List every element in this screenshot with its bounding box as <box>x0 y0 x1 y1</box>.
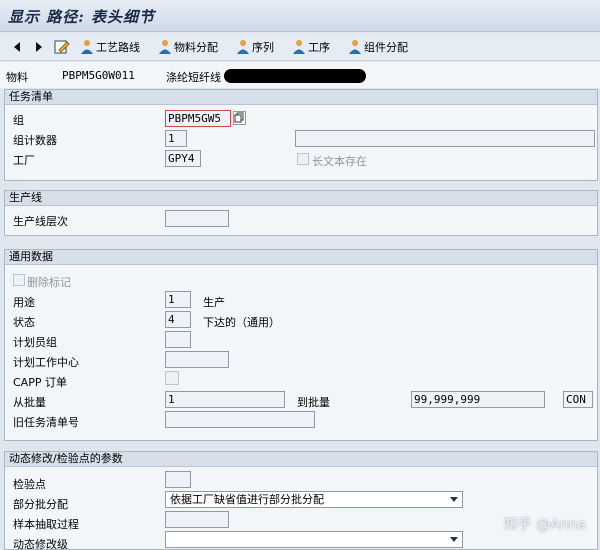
inspection-point-label: 检验点 <box>13 478 46 491</box>
description-field[interactable] <box>295 130 595 147</box>
person-icon <box>237 40 249 54</box>
sample-procedure-label: 样本抽取过程 <box>13 518 79 531</box>
line-level-field[interactable] <box>165 210 229 227</box>
material-description: 涤纶短纤线 <box>166 71 221 84</box>
delete-flag-label: 删除标记 <box>27 276 71 289</box>
line-level-label: 生产线层次 <box>13 215 68 228</box>
old-task-list-field[interactable] <box>165 411 315 428</box>
longtext-checkbox[interactable] <box>297 153 309 165</box>
longtext-label: 长文本存在 <box>312 155 367 168</box>
plant-field[interactable]: GPY4 <box>165 150 201 167</box>
dynamic-level-label: 动态修改级 <box>13 538 68 550</box>
usage-text: 生产 <box>203 296 225 309</box>
sequence-button[interactable]: 序列 <box>236 38 274 56</box>
redaction-mark <box>224 69 366 83</box>
from-lot-field[interactable]: 1 <box>165 391 285 408</box>
capp-order-checkbox[interactable] <box>165 371 179 385</box>
status-label: 状态 <box>13 316 35 329</box>
work-center-label: 计划工作中心 <box>13 356 79 369</box>
back-button[interactable] <box>12 38 24 56</box>
title-bar: 显示 路径: 表头细节 <box>0 0 600 32</box>
capp-order-label: CAPP 订单 <box>13 376 67 389</box>
dynamic-modification-title: 动态修改/检验点的参数 <box>5 452 597 467</box>
partial-lot-dropdown[interactable]: 依据工厂缺省值进行部分批分配 <box>165 491 463 508</box>
routing-button[interactable]: 工艺路线 <box>80 38 140 56</box>
planner-group-label: 计划员组 <box>13 336 57 349</box>
dynamic-modification-group: 动态修改/检验点的参数 检验点 部分批分配 依据工厂缺省值进行部分批分配 样本抽… <box>4 451 598 550</box>
edit-button[interactable] <box>54 38 72 56</box>
pencil-icon <box>54 40 70 54</box>
person-icon <box>81 40 93 54</box>
usage-field[interactable]: 1 <box>165 291 191 308</box>
old-task-list-label: 旧任务清单号 <box>13 416 79 429</box>
planner-group-field[interactable] <box>165 331 191 348</box>
group-counter-label: 组计数器 <box>13 134 57 147</box>
application-toolbar: 工艺路线 物料分配 序列 工序 组件分配 <box>0 33 600 61</box>
forward-button[interactable] <box>34 38 46 56</box>
task-list-title: 任务清单 <box>5 90 597 105</box>
general-data-group: 通用数据 删除标记 用途 1 生产 状态 4 下达的（通用） 计划员组 计划工作… <box>4 249 598 441</box>
task-list-group: 任务清单 组 PBPM5GW5 组计数器 1 工厂 GPY4 长文本存在 <box>4 89 598 181</box>
status-text: 下达的（通用） <box>203 316 280 329</box>
arrow-left-icon <box>14 42 20 52</box>
from-lot-label: 从批量 <box>13 396 46 409</box>
inspection-point-field[interactable] <box>165 471 191 488</box>
group-label: 组 <box>13 114 24 127</box>
material-value: PBPM5G0W011 <box>62 69 135 82</box>
production-line-title: 生产线 <box>5 191 597 206</box>
watermark: 知乎 @Anna <box>503 517 586 533</box>
partial-lot-value: 依据工厂缺省值进行部分批分配 <box>170 493 324 506</box>
to-lot-field[interactable]: 99,999,999 <box>411 391 545 408</box>
general-data-title: 通用数据 <box>5 250 597 265</box>
delete-flag-checkbox[interactable] <box>13 274 25 286</box>
work-center-field[interactable] <box>165 351 229 368</box>
operation-button[interactable]: 工序 <box>292 38 330 56</box>
material-label: 物料 <box>6 71 28 84</box>
person-icon <box>349 40 361 54</box>
person-icon <box>159 40 171 54</box>
group-counter-field[interactable]: 1 <box>165 130 187 147</box>
group-field[interactable]: PBPM5GW5 <box>165 110 231 127</box>
usage-label: 用途 <box>13 296 35 309</box>
plant-label: 工厂 <box>13 154 35 167</box>
status-field[interactable]: 4 <box>165 311 191 328</box>
unit-field[interactable]: CON <box>563 391 593 408</box>
chevron-down-icon <box>450 537 458 542</box>
copy-icon[interactable] <box>233 111 246 125</box>
component-assignment-button[interactable]: 组件分配 <box>348 38 408 56</box>
arrow-right-icon <box>36 42 42 52</box>
production-line-group: 生产线 生产线层次 <box>4 190 598 236</box>
page-title: 显示 路径: 表头细节 <box>8 8 155 26</box>
sample-procedure-field[interactable] <box>165 511 229 528</box>
material-assignment-button[interactable]: 物料分配 <box>158 38 218 56</box>
person-icon <box>293 40 305 54</box>
partial-lot-label: 部分批分配 <box>13 498 68 511</box>
chevron-down-icon <box>450 497 458 502</box>
to-lot-label: 到批量 <box>297 396 330 409</box>
dynamic-level-dropdown[interactable] <box>165 531 463 548</box>
